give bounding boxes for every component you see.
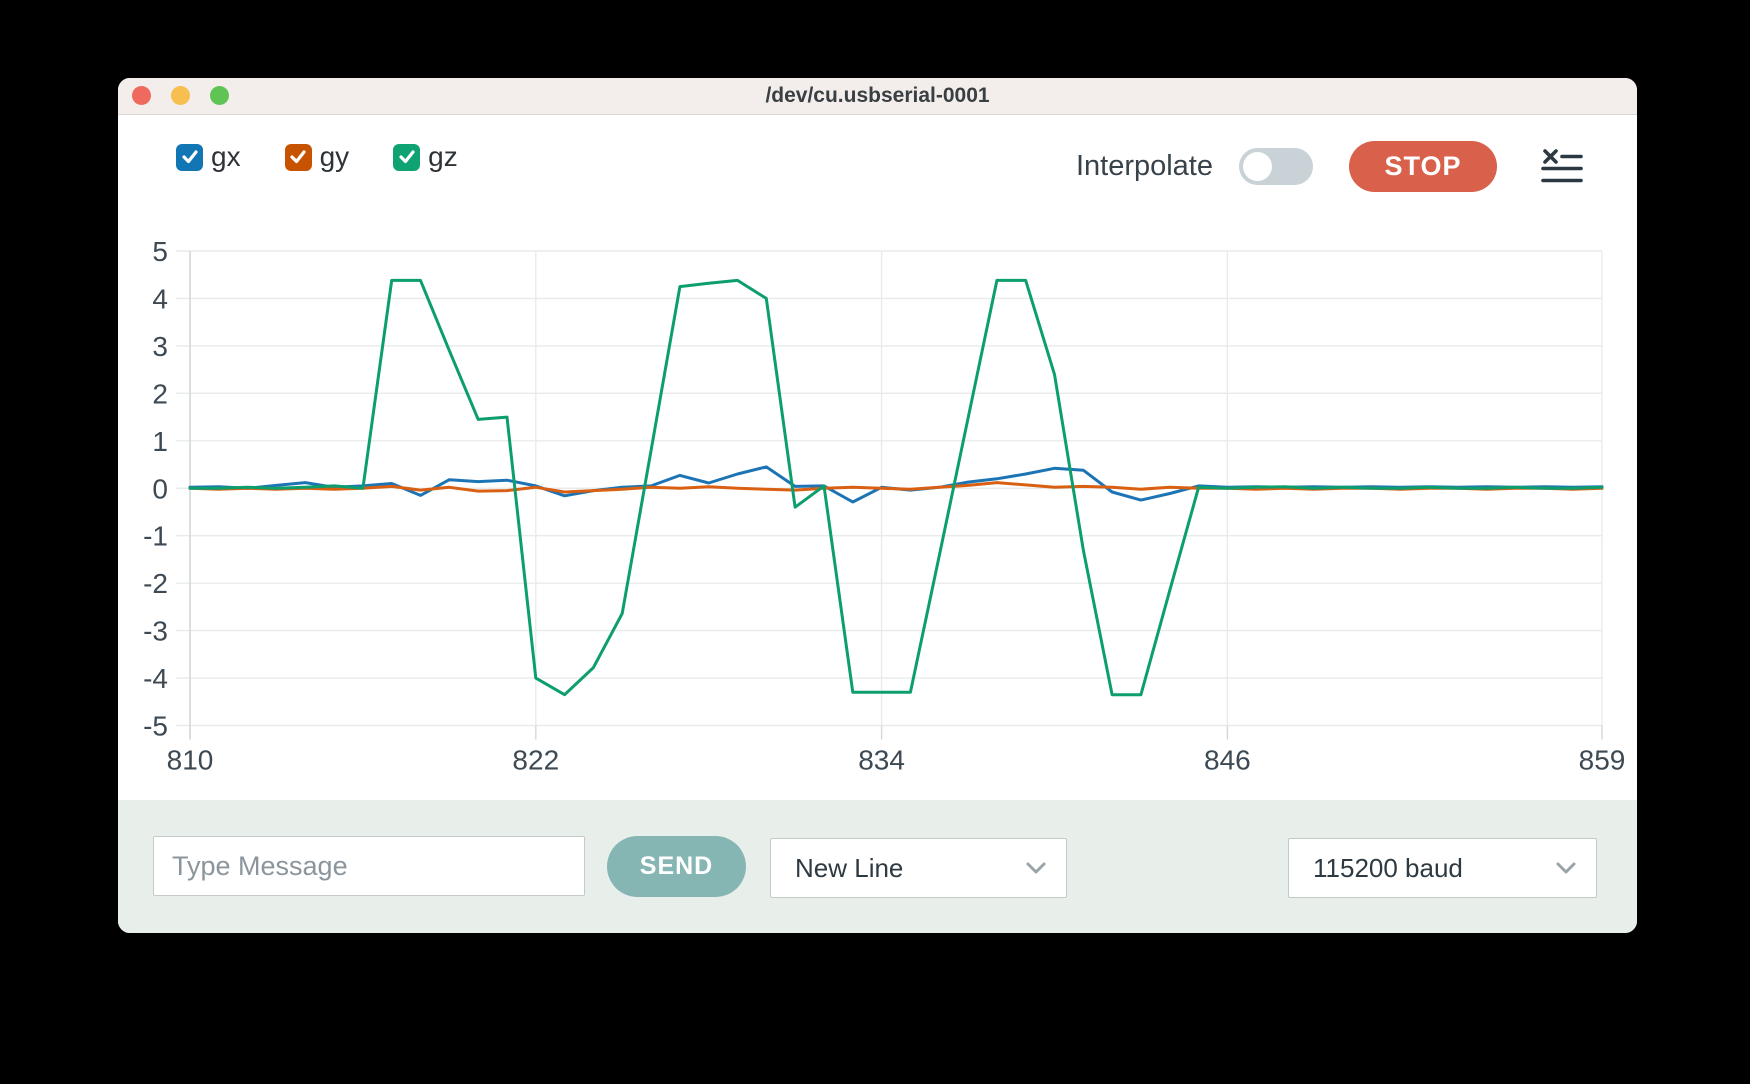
y-tick-label: 3 xyxy=(152,331,168,362)
clear-list-icon[interactable] xyxy=(1541,145,1583,187)
check-icon xyxy=(398,149,416,165)
chevron-down-icon xyxy=(1556,862,1576,874)
series-label: gz xyxy=(428,141,458,173)
series-legend: gx gy gz xyxy=(176,141,458,173)
y-tick-label: -4 xyxy=(143,663,168,694)
y-tick-label: 1 xyxy=(152,426,168,457)
stop-button[interactable]: STOP xyxy=(1349,141,1497,192)
check-icon xyxy=(181,149,199,165)
baud-rate-select[interactable]: 115200 baud xyxy=(1288,838,1597,898)
y-tick-label: 2 xyxy=(152,378,168,409)
y-tick-label: 5 xyxy=(152,236,168,267)
checkbox-gx[interactable] xyxy=(176,144,203,171)
y-tick-label: -3 xyxy=(143,616,168,647)
toggle-knob xyxy=(1243,152,1272,181)
window-title: /dev/cu.usbserial-0001 xyxy=(118,78,1637,114)
checkbox-gz[interactable] xyxy=(393,144,420,171)
titlebar: /dev/cu.usbserial-0001 xyxy=(118,78,1637,115)
app-window: /dev/cu.usbserial-0001 gx gy gz Interpolat… xyxy=(118,78,1637,933)
series-checkbox-gy[interactable]: gy xyxy=(285,141,350,173)
y-tick-label: -5 xyxy=(143,711,168,742)
x-tick-label: 834 xyxy=(858,745,905,776)
checkbox-gy[interactable] xyxy=(285,144,312,171)
interpolate-label: Interpolate xyxy=(1076,150,1213,183)
line-ending-select[interactable]: New Line xyxy=(770,838,1067,898)
y-tick-label: 4 xyxy=(152,283,168,314)
series-label: gy xyxy=(320,141,350,173)
x-tick-label: 846 xyxy=(1204,745,1251,776)
series-checkbox-gx[interactable]: gx xyxy=(176,141,241,173)
line-chart: 5 4 3 2 1 0 -1 -2 -3 -4 -5810 822 834 846 859 xyxy=(118,226,1637,791)
message-input[interactable] xyxy=(153,836,585,896)
baud-rate-value: 115200 baud xyxy=(1313,853,1463,884)
toolbar: gx gy gz Interpolate STOP xyxy=(118,115,1637,227)
series-checkbox-gz[interactable]: gz xyxy=(393,141,458,173)
send-button[interactable]: SEND xyxy=(607,836,746,897)
toolbar-right: Interpolate STOP xyxy=(1076,131,1583,201)
x-tick-label: 859 xyxy=(1579,745,1626,776)
interpolate-toggle[interactable] xyxy=(1239,148,1313,185)
series-line-gx xyxy=(190,467,1602,502)
y-tick-label: -1 xyxy=(143,521,168,552)
series-label: gx xyxy=(211,141,241,173)
x-tick-label: 810 xyxy=(167,745,214,776)
check-icon xyxy=(289,149,307,165)
y-tick-label: 0 xyxy=(152,473,168,504)
chevron-down-icon xyxy=(1026,862,1046,874)
y-tick-label: -2 xyxy=(143,568,168,599)
footer-bar: SEND New Line 115200 baud xyxy=(118,800,1637,933)
line-ending-value: New Line xyxy=(795,853,903,884)
x-tick-label: 822 xyxy=(512,745,559,776)
